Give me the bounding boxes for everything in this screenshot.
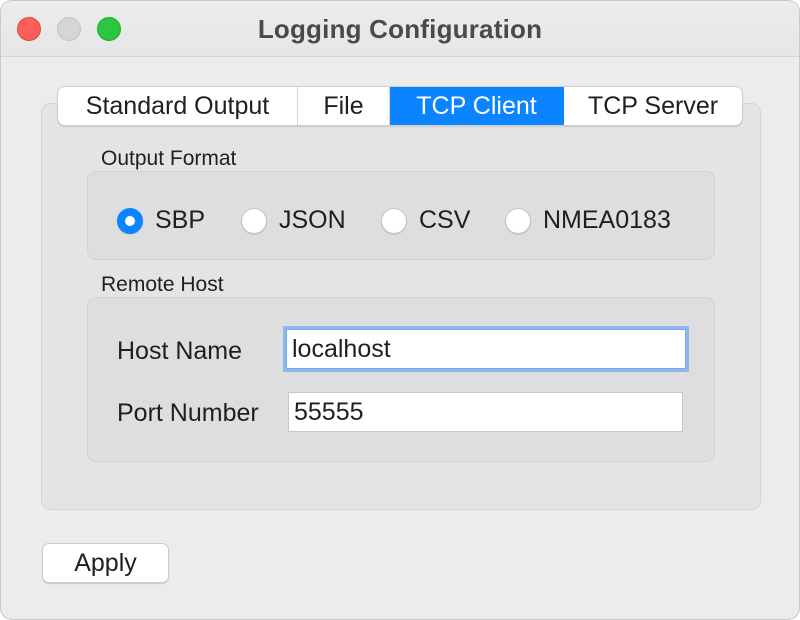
radio-nmea0183[interactable]: NMEA0183 <box>505 206 671 235</box>
radio-csv-indicator[interactable] <box>381 207 407 234</box>
radio-csv-label: CSV <box>419 206 471 234</box>
radio-json[interactable]: JSON <box>241 206 346 235</box>
tab-tcp-client[interactable]: TCP Client <box>390 87 564 125</box>
window-title: Logging Configuration <box>257 14 543 44</box>
radio-sbp[interactable]: SBP <box>117 206 205 235</box>
tab-tcp-server[interactable]: TCP Server <box>564 87 742 125</box>
host-name-input[interactable] <box>286 329 686 369</box>
radio-nmea0183-label: NMEA0183 <box>543 206 671 234</box>
radio-csv[interactable]: CSV <box>381 206 470 235</box>
title-bar[interactable]: Logging Configuration <box>1 1 799 57</box>
remote-host-group <box>87 297 715 462</box>
radio-sbp-indicator[interactable] <box>117 207 143 234</box>
radio-sbp-label: SBP <box>155 206 206 234</box>
radio-json-indicator[interactable] <box>241 207 267 234</box>
apply-button[interactable]: Apply <box>42 543 169 583</box>
tab-standard-output[interactable]: Standard Output <box>58 87 298 125</box>
tab-file[interactable]: File <box>298 87 390 125</box>
tab-bar: Standard Output File TCP Client TCP Serv… <box>57 86 743 126</box>
output-format-label: Output Format <box>101 147 237 170</box>
port-number-input[interactable] <box>288 392 683 432</box>
remote-host-label: Remote Host <box>101 273 224 296</box>
host-name-label: Host Name <box>117 337 243 365</box>
radio-json-label: JSON <box>279 206 346 234</box>
port-number-label: Port Number <box>117 399 259 427</box>
radio-nmea0183-indicator[interactable] <box>505 207 531 234</box>
logging-configuration-window: Logging Configuration Standard Output Fi… <box>0 0 800 620</box>
